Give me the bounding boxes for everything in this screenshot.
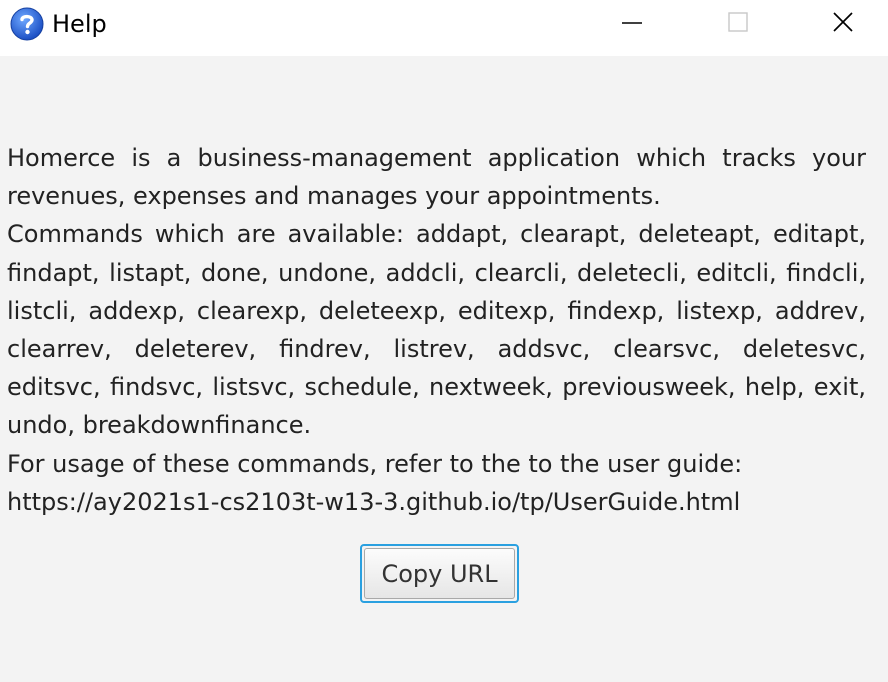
usage-text: For usage of these commands, refer to th… (7, 449, 743, 478)
help-window: Help Homerce is a business-management ap… (0, 0, 888, 682)
intro-text: Homerce is a business-management applica… (7, 144, 866, 211)
minimize-icon (622, 12, 642, 36)
copy-url-label: Copy URL (364, 548, 515, 599)
title-bar[interactable]: Help (0, 0, 888, 56)
maximize-button[interactable] (703, 0, 773, 48)
help-message: Homerce is a business-management applica… (7, 139, 866, 521)
maximize-icon (728, 12, 748, 36)
window-title: Help (52, 10, 107, 38)
commands-text: Commands which are available: addapt, cl… (7, 220, 866, 440)
user-guide-url: https://ay2021s1-cs2103t-w13-3.github.io… (7, 487, 741, 516)
minimize-button[interactable] (597, 0, 667, 48)
close-icon (832, 11, 854, 37)
close-button[interactable] (808, 0, 878, 48)
copy-url-button[interactable]: Copy URL (360, 544, 519, 603)
help-question-icon (10, 7, 44, 41)
